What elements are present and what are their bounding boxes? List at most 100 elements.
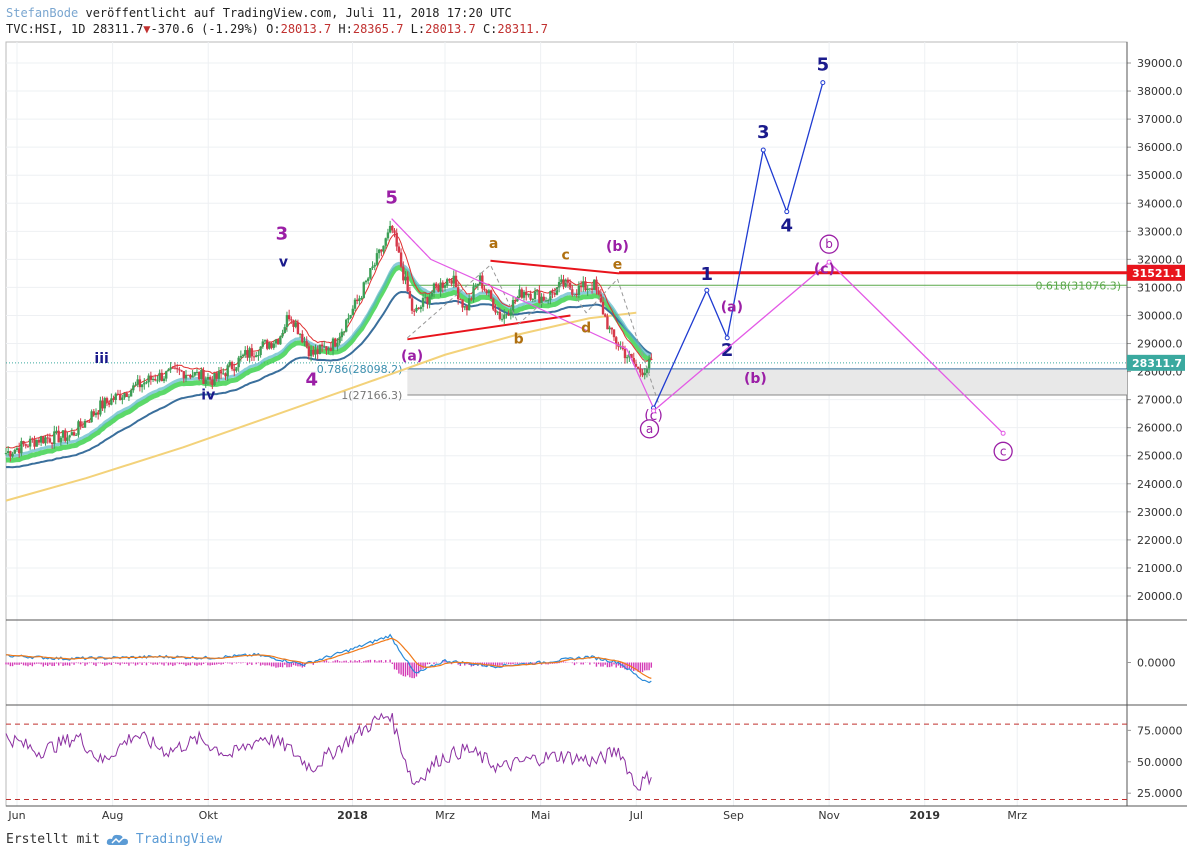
candle-body (362, 282, 365, 298)
candle-body (650, 358, 653, 360)
candle-body (351, 308, 355, 315)
candle-body (597, 290, 600, 295)
candle-body (193, 372, 196, 376)
candle-body (294, 322, 297, 327)
candle-body (535, 290, 539, 292)
candle-body (233, 369, 236, 371)
wave-label: 5 (385, 187, 398, 208)
candle-body (529, 293, 532, 300)
candle-body (610, 327, 614, 330)
blue-wave-point (784, 209, 790, 215)
candle-body (272, 343, 275, 348)
candle-body (593, 279, 596, 290)
candle-body (37, 439, 41, 443)
candle-body (305, 341, 308, 347)
candle-body (470, 298, 473, 300)
candle-body (287, 315, 291, 320)
candle-body (421, 297, 425, 307)
candle-body (366, 278, 370, 281)
candle-body (334, 338, 337, 347)
blue-wave-point (760, 147, 766, 153)
candle-body (388, 226, 392, 233)
candle-body (314, 349, 317, 355)
candle-body (391, 226, 394, 231)
candle-body (345, 319, 348, 332)
candle-body (393, 230, 396, 233)
candle-body (31, 438, 34, 440)
candle-body (79, 421, 82, 427)
blue-wave-label: 5 (817, 55, 830, 76)
candle-body (432, 283, 436, 293)
candle-body (639, 368, 642, 373)
candle-body (66, 437, 69, 441)
candle-body (140, 384, 144, 388)
candle-body (327, 348, 330, 351)
candle-body (158, 372, 161, 381)
candle-body (489, 290, 493, 299)
candle-body (408, 291, 412, 299)
candle-body (72, 432, 76, 436)
wave-label: (b) (606, 239, 629, 255)
candle-body (538, 290, 541, 303)
y-tick-label: 25000.0 (1137, 450, 1183, 463)
candle-body (132, 385, 135, 391)
x-tick-label: Jul (629, 809, 643, 822)
y-tick-label: 36000.0 (1137, 141, 1183, 154)
candle-body (44, 437, 47, 444)
candle-body (222, 373, 225, 375)
wave-label: (a) (401, 348, 423, 364)
candle-body (349, 314, 352, 319)
candle-body (173, 367, 177, 369)
candle-body (584, 281, 587, 291)
candle-body (13, 449, 16, 454)
x-tick-label: Okt (199, 809, 219, 822)
y-tick-label: 31000.0 (1137, 281, 1183, 294)
candle-body (419, 306, 423, 309)
candle-body (503, 314, 506, 319)
y-tick-label: 33000.0 (1137, 225, 1183, 238)
candle-body (94, 412, 98, 416)
candle-body (647, 358, 651, 369)
candle-body (553, 292, 556, 295)
fib-label-0618: 0.618(31076.3) (1035, 279, 1121, 292)
candle-body (64, 430, 67, 441)
candle-body (577, 285, 581, 295)
candle-body (145, 382, 148, 384)
candle-body (171, 367, 175, 369)
candle-body (331, 338, 335, 351)
candle-body (456, 287, 460, 300)
candle-body (283, 327, 286, 334)
y-tick-label: 24000.0 (1137, 478, 1183, 491)
x-tick-label: 2018 (337, 809, 368, 822)
candle-body (257, 355, 260, 357)
candle-body (525, 291, 528, 296)
candle-body (575, 294, 578, 296)
candle-body (50, 442, 54, 445)
candle-body (353, 299, 357, 309)
y-tick-label: 32000.0 (1137, 253, 1183, 266)
x-tick-label: Mai (531, 809, 550, 822)
candle-body (268, 342, 271, 349)
candle-body (219, 371, 223, 374)
candle-body (586, 288, 589, 291)
candle-body (184, 374, 188, 379)
x-tick-label: Aug (102, 809, 123, 822)
candle-body (485, 290, 488, 294)
candle-body (169, 367, 172, 370)
candle-body (96, 412, 100, 415)
candle-body (259, 346, 262, 356)
candle-body (415, 307, 418, 312)
candle-body (364, 280, 368, 283)
chart-svg[interactable]: Jun Aug Okt 2018 Mrz Mai Jul Sep Nov 2019 Mrz 20000… (0, 0, 1187, 860)
candle-body (53, 431, 56, 445)
candle-body (244, 350, 247, 355)
tradingview-brand[interactable]: TradingView (136, 832, 222, 847)
candle-body (448, 279, 451, 281)
candle-body (28, 438, 32, 447)
candle-body (380, 249, 383, 252)
candle-body (641, 372, 644, 376)
candle-body (162, 378, 166, 381)
candle-body (186, 374, 190, 376)
candle-body (17, 448, 21, 454)
candle-body (461, 299, 464, 308)
